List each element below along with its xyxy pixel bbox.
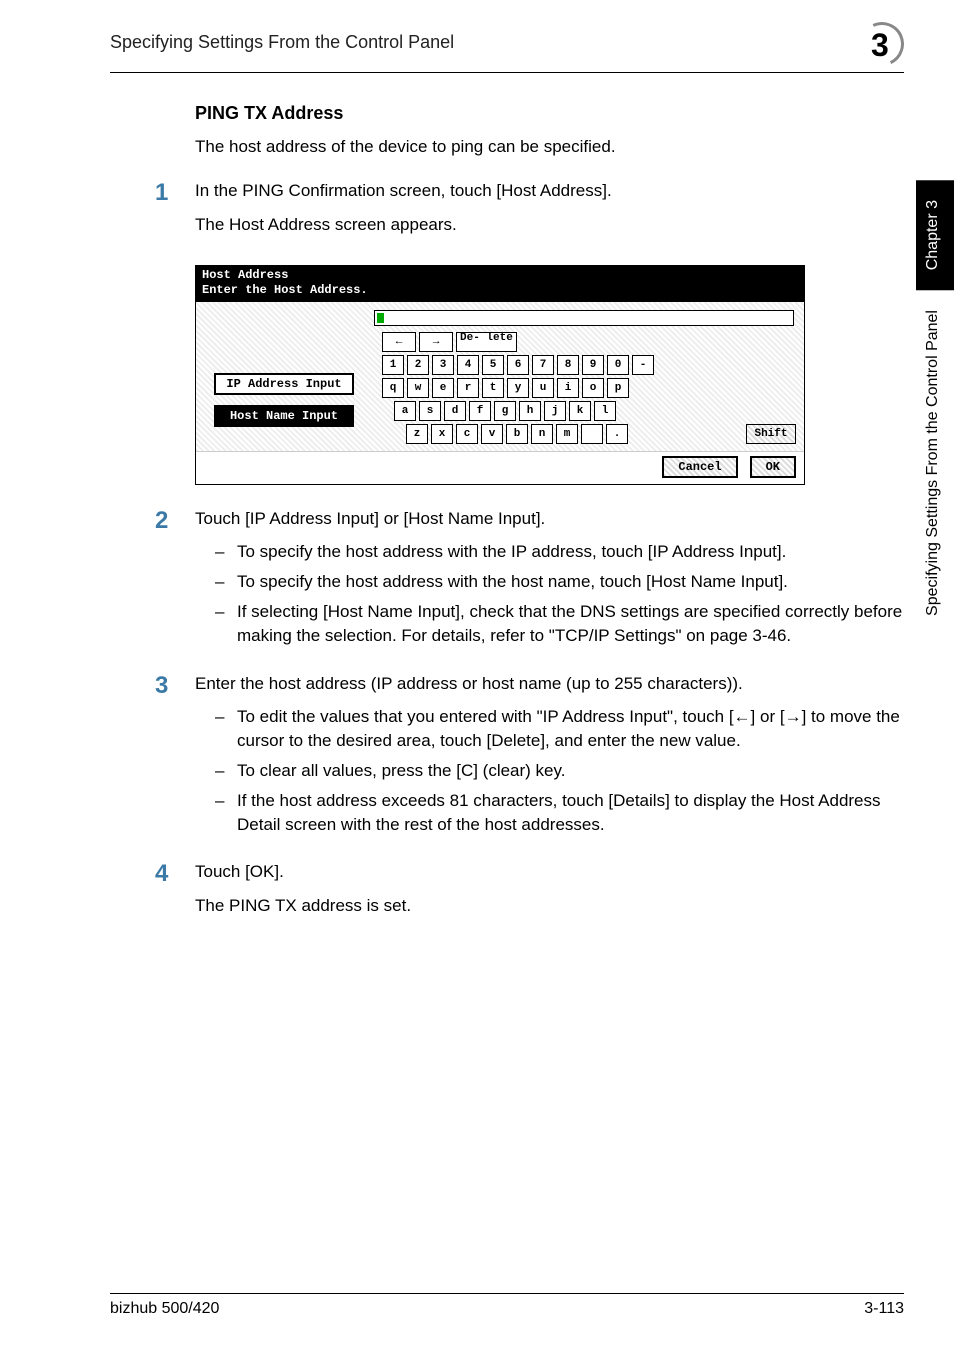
screen-title-bar: Host Address Enter the Host Address. <box>196 266 804 302</box>
host-address-input[interactable] <box>374 310 794 326</box>
step-2: 2 Touch [IP Address Input] or [Host Name… <box>155 507 904 654</box>
key-hyphen[interactable]: - <box>632 355 654 375</box>
key-k[interactable]: k <box>569 401 591 421</box>
key-w[interactable]: w <box>407 378 429 398</box>
key-blank[interactable] <box>581 424 603 444</box>
key-p[interactable]: p <box>607 378 629 398</box>
cancel-button[interactable]: Cancel <box>662 456 737 478</box>
step-4-number: 4 <box>155 860 195 928</box>
key-m[interactable]: m <box>556 424 578 444</box>
shift-key[interactable]: Shift <box>746 424 796 444</box>
side-tab-section: Specifying Settings From the Control Pan… <box>916 290 954 636</box>
key-a[interactable]: a <box>394 401 416 421</box>
chapter-number: 3 <box>871 27 889 64</box>
key-z[interactable]: z <box>406 424 428 444</box>
step-1-body: In the PING Confirmation screen, touch [… <box>195 179 904 247</box>
key-s[interactable]: s <box>419 401 441 421</box>
chapter-badge: 3 <box>860 22 904 66</box>
side-tab-chapter: Chapter 3 <box>916 180 954 290</box>
onscreen-keyboard: ← → De- lete 1 2 3 4 5 6 7 8 9 0 <box>374 332 796 447</box>
step-1-number: 1 <box>155 179 195 247</box>
screen-title-line2: Enter the Host Address. <box>202 283 798 298</box>
step-2-bullet-2: To specify the host address with the hos… <box>215 570 904 594</box>
key-v[interactable]: v <box>481 424 503 444</box>
key-1[interactable]: 1 <box>382 355 404 375</box>
step-2-bullet-1: To specify the host address with the IP … <box>215 540 904 564</box>
page-footer: bizhub 500/420 3-113 <box>110 1293 904 1318</box>
step-3-bullet-3: If the host address exceeds 81 character… <box>215 789 904 837</box>
ip-address-input-button[interactable]: IP Address Input <box>214 373 354 395</box>
delete-key[interactable]: De- lete <box>456 332 517 352</box>
key-j[interactable]: j <box>544 401 566 421</box>
text-cursor-icon <box>377 313 384 323</box>
key-c[interactable]: c <box>456 424 478 444</box>
key-q[interactable]: q <box>382 378 404 398</box>
key-f[interactable]: f <box>469 401 491 421</box>
key-9[interactable]: 9 <box>582 355 604 375</box>
host-name-input-button[interactable]: Host Name Input <box>214 405 354 427</box>
key-b[interactable]: b <box>506 424 528 444</box>
section-intro: The host address of the device to ping c… <box>195 136 904 159</box>
step-2-line-1: Touch [IP Address Input] or [Host Name I… <box>195 507 904 531</box>
screen-title-line1: Host Address <box>202 268 798 283</box>
cursor-right-key[interactable]: → <box>419 332 453 352</box>
step-1: 1 In the PING Confirmation screen, touch… <box>155 179 904 247</box>
side-tab: Chapter 3 Specifying Settings From the C… <box>916 180 954 636</box>
screen-body: IP Address Input Host Name Input ← → De-… <box>196 302 804 451</box>
key-3[interactable]: 3 <box>432 355 454 375</box>
key-u[interactable]: u <box>532 378 554 398</box>
step-1-line-1: In the PING Confirmation screen, touch [… <box>195 179 904 203</box>
key-d[interactable]: d <box>444 401 466 421</box>
key-h[interactable]: h <box>519 401 541 421</box>
key-l[interactable]: l <box>594 401 616 421</box>
key-6[interactable]: 6 <box>507 355 529 375</box>
step-3-bullet-2: To clear all values, press the [C] (clea… <box>215 759 904 783</box>
key-5[interactable]: 5 <box>482 355 504 375</box>
key-x[interactable]: x <box>431 424 453 444</box>
page-header: Specifying Settings From the Control Pan… <box>110 32 904 73</box>
key-7[interactable]: 7 <box>532 355 554 375</box>
input-mode-panel: IP Address Input Host Name Input <box>204 373 374 427</box>
key-4[interactable]: 4 <box>457 355 479 375</box>
key-t[interactable]: t <box>482 378 504 398</box>
key-0[interactable]: 0 <box>607 355 629 375</box>
key-r[interactable]: r <box>457 378 479 398</box>
step-3-bullet-1: To edit the values that you entered with… <box>215 705 904 753</box>
key-8[interactable]: 8 <box>557 355 579 375</box>
key-e[interactable]: e <box>432 378 454 398</box>
step-3: 3 Enter the host address (IP address or … <box>155 672 904 843</box>
step-4: 4 Touch [OK]. The PING TX address is set… <box>155 860 904 928</box>
step-3-number: 3 <box>155 672 195 843</box>
step-2-body: Touch [IP Address Input] or [Host Name I… <box>195 507 904 654</box>
key-g[interactable]: g <box>494 401 516 421</box>
section-heading: PING TX Address <box>195 103 904 124</box>
step-1-line-2: The Host Address screen appears. <box>195 213 904 237</box>
running-header-title: Specifying Settings From the Control Pan… <box>110 32 454 53</box>
step-2-bullet-3: If selecting [Host Name Input], check th… <box>215 600 904 648</box>
key-o[interactable]: o <box>582 378 604 398</box>
step-4-body: Touch [OK]. The PING TX address is set. <box>195 860 904 928</box>
host-address-screen: Host Address Enter the Host Address. IP … <box>195 265 805 485</box>
step-2-number: 2 <box>155 507 195 654</box>
key-y[interactable]: y <box>507 378 529 398</box>
footer-page-number: 3-113 <box>864 1300 904 1318</box>
ok-button[interactable]: OK <box>750 456 796 478</box>
key-i[interactable]: i <box>557 378 579 398</box>
key-period[interactable]: . <box>606 424 628 444</box>
step-3-line-1: Enter the host address (IP address or ho… <box>195 672 904 696</box>
step-4-line-1: Touch [OK]. <box>195 860 904 884</box>
key-n[interactable]: n <box>531 424 553 444</box>
cursor-left-key[interactable]: ← <box>382 332 416 352</box>
step-3-body: Enter the host address (IP address or ho… <box>195 672 904 843</box>
footer-model: bizhub 500/420 <box>110 1300 219 1318</box>
step-4-line-2: The PING TX address is set. <box>195 894 904 918</box>
key-2[interactable]: 2 <box>407 355 429 375</box>
screen-bottom-bar: Cancel OK <box>196 451 804 484</box>
